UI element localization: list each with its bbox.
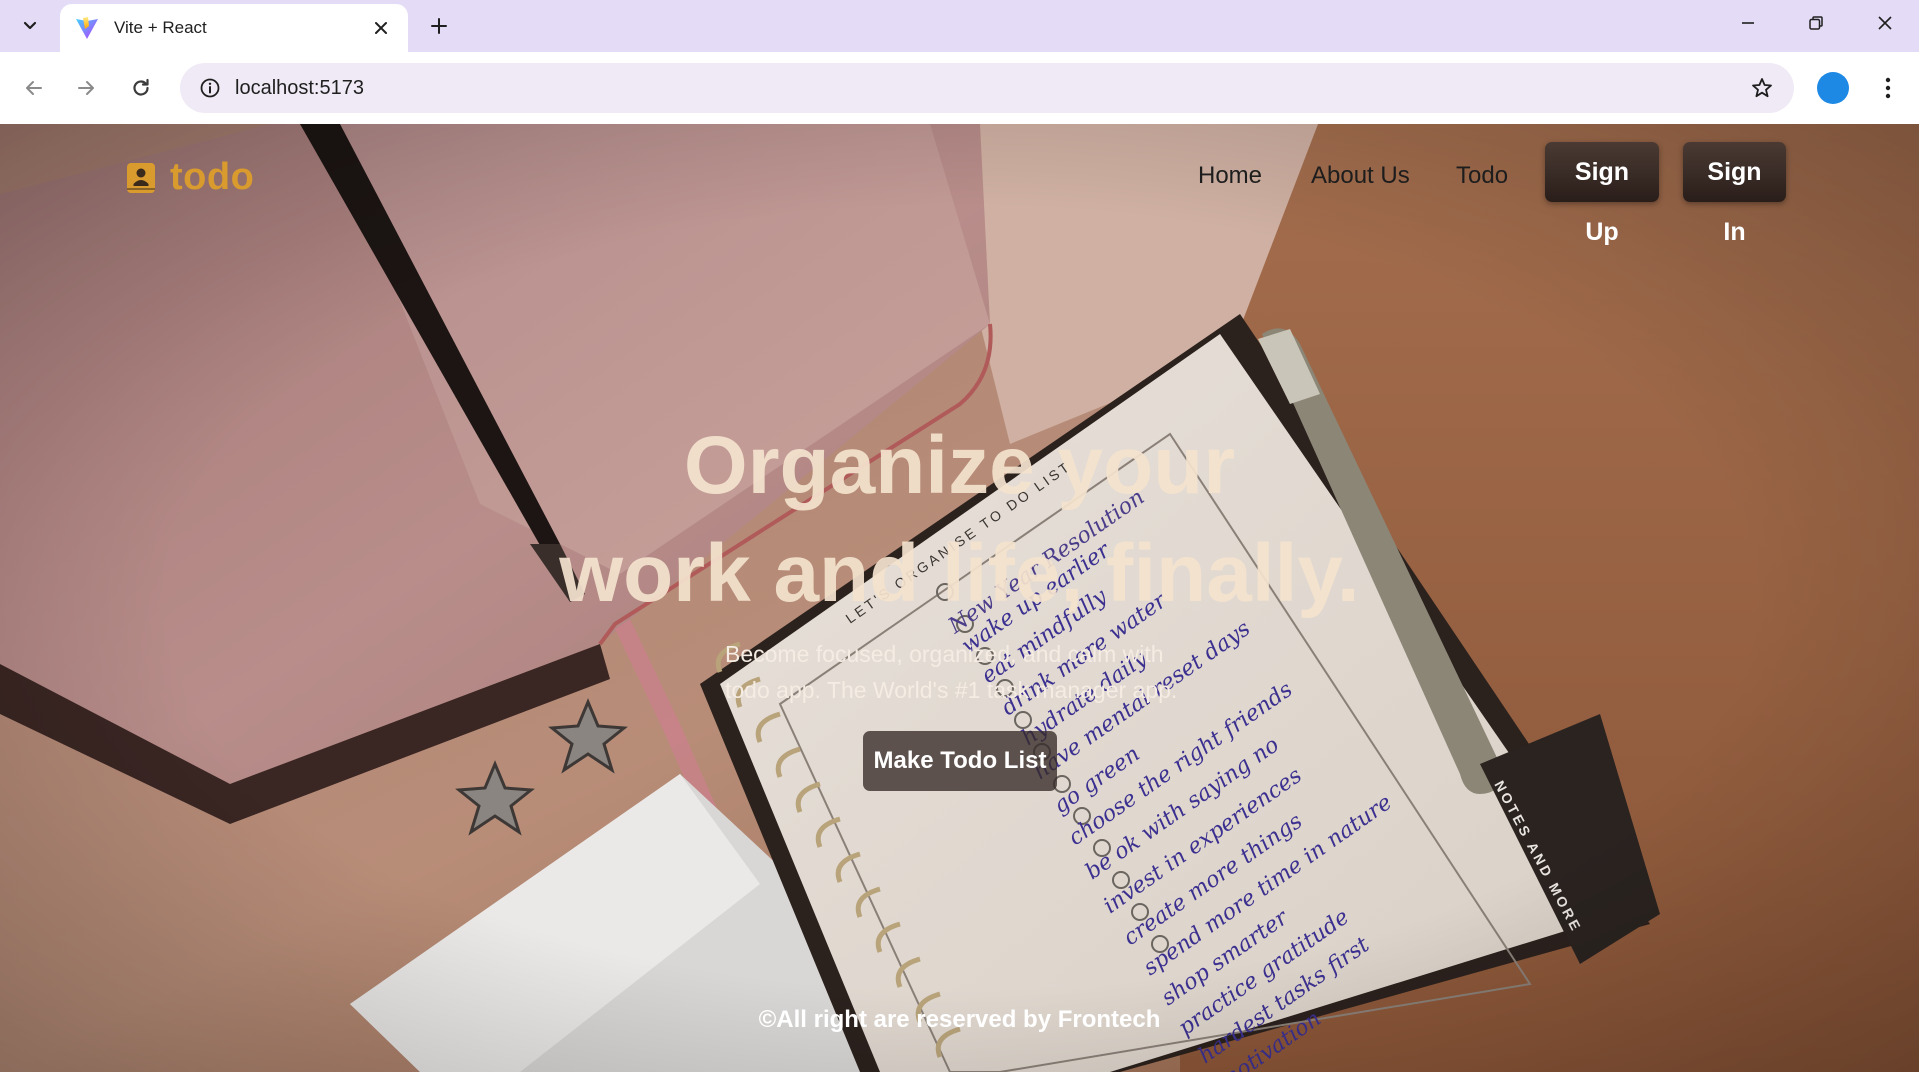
- footer-copyright: ©All right are reserved by Frontech: [758, 1006, 1161, 1033]
- tab-title: Vite + React: [114, 18, 207, 37]
- sign-in-button[interactable]: Sign In: [1683, 142, 1786, 246]
- url-text[interactable]: localhost:5173: [235, 63, 364, 113]
- minimize-icon: [1742, 22, 1754, 24]
- brand-name: todo: [170, 156, 255, 198]
- arrow-right-icon: [78, 81, 94, 95]
- hero-title: Organize your work and life, finally.: [0, 412, 1919, 628]
- info-icon: [200, 78, 220, 98]
- page-viewport: LET'S ORGANISE TO DO LIST New Year Resol…: [0, 124, 1919, 1072]
- address-bar[interactable]: localhost:5173: [180, 63, 1794, 113]
- browser-menu-button[interactable]: [1870, 68, 1906, 108]
- hero-subtitle-line-2: todo app. The World's #1 task manager ap…: [725, 677, 1178, 703]
- bookmark-button[interactable]: [1744, 70, 1780, 106]
- nav-link-todo[interactable]: Todo: [1456, 154, 1508, 198]
- profile-avatar[interactable]: [1817, 72, 1849, 104]
- kebab-icon: [1885, 77, 1891, 99]
- nav-link-about-us[interactable]: About Us: [1311, 154, 1410, 198]
- close-icon: [1878, 16, 1892, 30]
- make-todo-list-button[interactable]: Make Todo List: [863, 731, 1057, 791]
- brand-logo[interactable]: todo: [126, 156, 254, 199]
- hero-title-line-2: work and life, finally.: [559, 528, 1360, 619]
- tab-search-button[interactable]: [10, 8, 50, 42]
- hero-subtitle-line-1: Become focused, organized, and calm with: [725, 641, 1164, 667]
- chevron-down-icon: [23, 21, 37, 30]
- new-tab-button[interactable]: [420, 8, 458, 44]
- site-info-button[interactable]: [192, 70, 228, 106]
- nav-link-home[interactable]: Home: [1198, 154, 1262, 198]
- arrow-left-icon: [26, 81, 42, 95]
- star-icon: [1752, 78, 1772, 98]
- forward-button[interactable]: [64, 66, 108, 110]
- reload-button[interactable]: [119, 66, 163, 110]
- reload-icon: [133, 78, 149, 96]
- book-icon: [127, 162, 155, 193]
- minimize-button[interactable]: [1714, 0, 1782, 46]
- browser-tab-strip: Vite + React: [0, 0, 1919, 52]
- restore-button[interactable]: [1782, 0, 1850, 46]
- back-button[interactable]: [12, 66, 56, 110]
- close-window-button[interactable]: [1851, 0, 1919, 46]
- hero-title-line-1: Organize your: [683, 420, 1236, 511]
- browser-toolbar: localhost:5173: [0, 52, 1919, 124]
- hero-subtitle: Become focused, organized, and calm with…: [725, 636, 1225, 708]
- close-icon: [375, 22, 387, 34]
- close-tab-button[interactable]: [368, 15, 394, 41]
- vite-logo-icon: [76, 17, 98, 39]
- sign-up-button[interactable]: Sign Up: [1545, 142, 1659, 246]
- restore-icon: [1809, 16, 1823, 30]
- browser-tab[interactable]: Vite + React: [60, 4, 408, 52]
- plus-icon: [431, 18, 447, 34]
- site-navbar: todo Home About Us Todo Sign Up Sign In: [0, 124, 1919, 246]
